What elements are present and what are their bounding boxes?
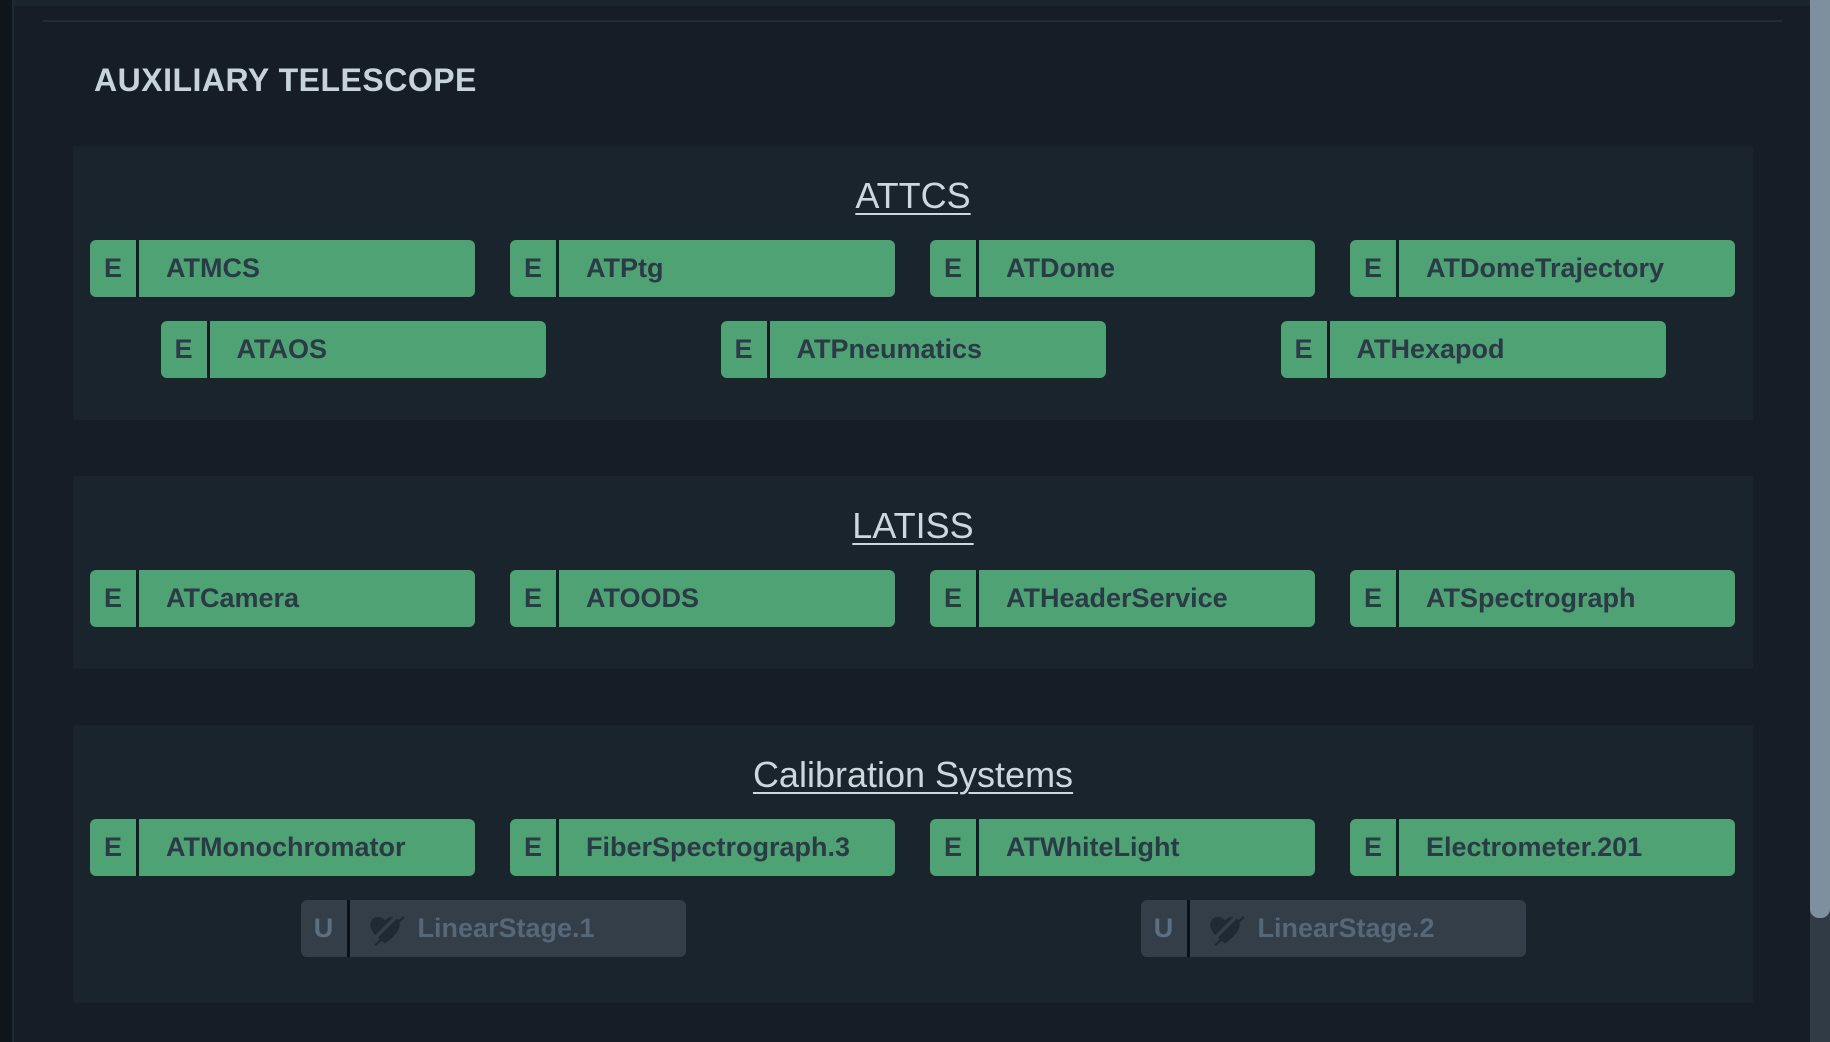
csc-name: ATHexapod — [1330, 321, 1505, 378]
csc-button-ATAOS[interactable]: EATAOS — [161, 321, 546, 378]
state-badge: E — [930, 819, 979, 876]
state-badge: E — [90, 819, 139, 876]
group-header-attcs: ATTCS — [73, 174, 1753, 218]
csc-name: LinearStage.1 — [405, 900, 595, 957]
csc-button-ATCamera[interactable]: EATCamera — [90, 570, 475, 627]
csc-name: ATSpectrograph — [1399, 570, 1636, 627]
state-badge: E — [510, 570, 559, 627]
state-badge: E — [161, 321, 210, 378]
group-header-latiss: LATISS — [73, 504, 1753, 548]
group-rows: EATMonochromatorEFiberSpectrograph.3EATW… — [73, 819, 1753, 957]
state-badge: E — [1281, 321, 1330, 378]
csc-summary-page: AUXILIARY TELESCOPE ATTCSEATMCSEATPtgEAT… — [0, 0, 1830, 1042]
left-edge-strip — [0, 0, 14, 1042]
csc-button-ATOODS[interactable]: EATOODS — [510, 570, 895, 627]
csc-name: Electrometer.201 — [1399, 819, 1642, 876]
heart-slash-icon — [365, 900, 405, 957]
scrollbar-track[interactable] — [1810, 0, 1830, 1042]
csc-button-ATMonochromator[interactable]: EATMonochromator — [90, 819, 475, 876]
csc-name: ATPneumatics — [770, 321, 983, 378]
top-strip — [14, 0, 1810, 6]
csc-name: ATHeaderService — [979, 570, 1228, 627]
csc-name: LinearStage.2 — [1245, 900, 1435, 957]
csc-button-LinearStage.2[interactable]: U LinearStage.2 — [1141, 900, 1526, 957]
csc-row: EATCameraEATOODSEATHeaderServiceEATSpect… — [73, 570, 1753, 627]
state-badge: E — [90, 570, 139, 627]
csc-row: EATMCSEATPtgEATDomeEATDomeTrajectory — [73, 240, 1753, 297]
csc-button-ATHeaderService[interactable]: EATHeaderService — [930, 570, 1315, 627]
state-badge: U — [301, 900, 350, 957]
csc-button-ATDomeTrajectory[interactable]: EATDomeTrajectory — [1350, 240, 1735, 297]
csc-row: EATMonochromatorEFiberSpectrograph.3EATW… — [73, 819, 1753, 876]
state-badge: U — [1141, 900, 1190, 957]
top-divider — [43, 20, 1782, 22]
group-rows: EATMCSEATPtgEATDomeEATDomeTrajectoryEATA… — [73, 240, 1753, 378]
csc-name: ATMonochromator — [139, 819, 405, 876]
csc-button-ATHexapod[interactable]: EATHexapod — [1281, 321, 1666, 378]
scrollbar-thumb[interactable] — [1810, 0, 1830, 918]
state-badge: E — [721, 321, 770, 378]
csc-name: ATWhiteLight — [979, 819, 1179, 876]
csc-row: EATAOSEATPneumaticsEATHexapod — [73, 321, 1753, 378]
state-badge: E — [510, 819, 559, 876]
state-badge: E — [930, 240, 979, 297]
csc-button-ATWhiteLight[interactable]: EATWhiteLight — [930, 819, 1315, 876]
group-rows: EATCameraEATOODSEATHeaderServiceEATSpect… — [73, 570, 1753, 627]
csc-name: ATOODS — [559, 570, 699, 627]
csc-name: FiberSpectrograph.3 — [559, 819, 850, 876]
state-badge: E — [1350, 819, 1399, 876]
csc-name: ATPtg — [559, 240, 663, 297]
group-panel-calibration: Calibration SystemsEATMonochromatorEFibe… — [73, 725, 1753, 1003]
state-badge: E — [1350, 240, 1399, 297]
csc-button-Electrometer.201[interactable]: EElectrometer.201 — [1350, 819, 1735, 876]
csc-name: ATDome — [979, 240, 1115, 297]
csc-button-ATSpectrograph[interactable]: EATSpectrograph — [1350, 570, 1735, 627]
group-panel-latiss: LATISSEATCameraEATOODSEATHeaderServiceEA… — [73, 476, 1753, 669]
csc-button-ATPneumatics[interactable]: EATPneumatics — [721, 321, 1106, 378]
group-panel-attcs: ATTCSEATMCSEATPtgEATDomeEATDomeTrajector… — [73, 146, 1753, 420]
heart-slash-icon — [1205, 900, 1245, 957]
csc-row: U LinearStage.1 U LinearStage.2 — [73, 900, 1753, 957]
csc-button-ATDome[interactable]: EATDome — [930, 240, 1315, 297]
state-badge: E — [90, 240, 139, 297]
group-header-calibration: Calibration Systems — [73, 753, 1753, 797]
csc-name: ATAOS — [210, 321, 328, 378]
csc-groups: ATTCSEATMCSEATPtgEATDomeEATDomeTrajector… — [73, 146, 1753, 1003]
state-badge: E — [930, 570, 979, 627]
csc-name: ATDomeTrajectory — [1399, 240, 1664, 297]
state-badge: E — [510, 240, 559, 297]
csc-name: ATMCS — [139, 240, 260, 297]
csc-name: ATCamera — [139, 570, 299, 627]
csc-button-ATMCS[interactable]: EATMCS — [90, 240, 475, 297]
state-badge: E — [1350, 570, 1399, 627]
page-title: AUXILIARY TELESCOPE — [94, 62, 477, 99]
csc-button-LinearStage.1[interactable]: U LinearStage.1 — [301, 900, 686, 957]
csc-button-ATPtg[interactable]: EATPtg — [510, 240, 895, 297]
csc-button-FiberSpectrograph.3[interactable]: EFiberSpectrograph.3 — [510, 819, 895, 876]
